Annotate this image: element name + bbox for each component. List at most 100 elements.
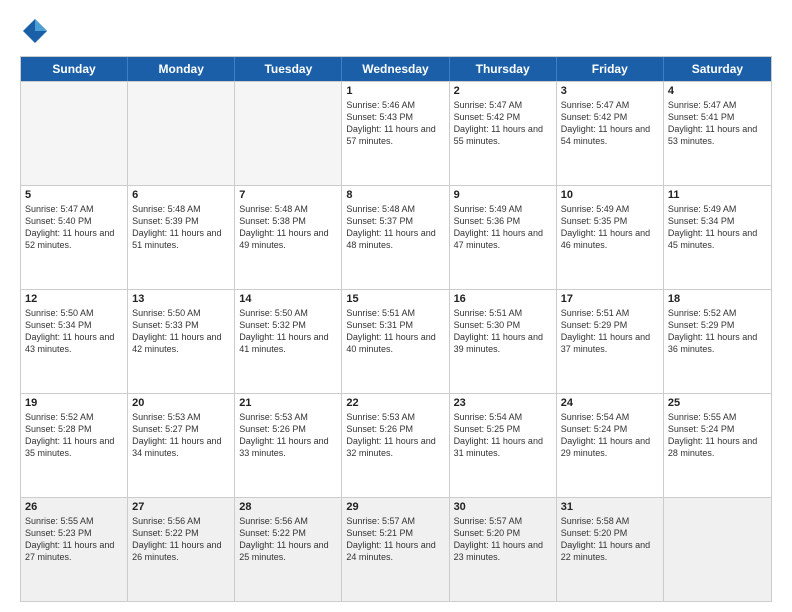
calendar-cell: 5 Sunrise: 5:47 AMSunset: 5:40 PMDaylight… bbox=[21, 186, 128, 289]
day-number: 6 bbox=[132, 189, 230, 201]
calendar-cell: 26Sunrise: 5:55 AMSunset: 5:23 PMDayligh… bbox=[21, 498, 128, 601]
weekday-header: Friday bbox=[557, 57, 664, 81]
cell-info: Sunrise: 5:47 AMSunset: 5:42 PMDaylight:… bbox=[561, 100, 650, 146]
calendar-cell: 8Sunrise: 5:48 AMSunset: 5:37 PMDaylight… bbox=[342, 186, 449, 289]
cell-info: Sunrise: 5:46 AMSunset: 5:43 PMDaylight:… bbox=[346, 100, 435, 146]
cell-info: Sunrise: 5:47 AMSunset: 5:40 PMDaylight:… bbox=[25, 204, 114, 250]
day-number: 24 bbox=[561, 397, 659, 409]
cell-info: Sunrise: 5:57 AMSunset: 5:21 PMDaylight:… bbox=[346, 516, 435, 562]
calendar-cell: 28 Sunrise: 5:56 AMSunset: 5:22 PMDayligh… bbox=[235, 498, 342, 601]
calendar-cell: 24 Sunrise: 5:54 AMSunset: 5:24 PMDayligh… bbox=[557, 394, 664, 497]
weekday-header: Saturday bbox=[664, 57, 771, 81]
calendar-cell: 7 Sunrise: 5:48 AMSunset: 5:38 PMDaylight… bbox=[235, 186, 342, 289]
day-number: 9 bbox=[454, 189, 552, 201]
day-number: 8 bbox=[346, 189, 444, 201]
cell-info: Sunrise: 5:56 AMSunset: 5:22 PMDaylight:… bbox=[132, 516, 221, 562]
day-number: 26 bbox=[25, 501, 123, 513]
day-number: 19 bbox=[25, 397, 123, 409]
logo-icon bbox=[20, 16, 50, 46]
weekday-header: Thursday bbox=[450, 57, 557, 81]
logo bbox=[20, 16, 54, 46]
calendar-cell: 29 Sunrise: 5:57 AMSunset: 5:21 PMDayligh… bbox=[342, 498, 449, 601]
weekday-header: Sunday bbox=[21, 57, 128, 81]
day-number: 25 bbox=[668, 397, 767, 409]
cell-info: Sunrise: 5:49 AMSunset: 5:35 PMDaylight:… bbox=[561, 204, 650, 250]
calendar-row: 12 Sunrise: 5:50 AMSunset: 5:34 PMDayligh… bbox=[21, 289, 771, 393]
calendar-cell bbox=[664, 498, 771, 601]
cell-info: Sunrise: 5:53 AMSunset: 5:27 PMDaylight:… bbox=[132, 412, 221, 458]
cell-info: Sunrise: 5:54 AMSunset: 5:25 PMDaylight:… bbox=[454, 412, 543, 458]
calendar-header: SundayMondayTuesdayWednesdayThursdayFrid… bbox=[21, 57, 771, 81]
calendar-cell: 22Sunrise: 5:53 AMSunset: 5:26 PMDayligh… bbox=[342, 394, 449, 497]
day-number: 12 bbox=[25, 293, 123, 305]
cell-info: Sunrise: 5:50 AMSunset: 5:32 PMDaylight:… bbox=[239, 308, 328, 354]
day-number: 11 bbox=[668, 189, 767, 201]
weekday-header: Monday bbox=[128, 57, 235, 81]
day-number: 31 bbox=[561, 501, 659, 513]
day-number: 28 bbox=[239, 501, 337, 513]
calendar-cell: 30 Sunrise: 5:57 AMSunset: 5:20 PMDayligh… bbox=[450, 498, 557, 601]
day-number: 1 bbox=[346, 85, 444, 97]
cell-info: Sunrise: 5:48 AMSunset: 5:38 PMDaylight:… bbox=[239, 204, 328, 250]
cell-info: Sunrise: 5:49 AMSunset: 5:34 PMDaylight:… bbox=[668, 204, 757, 250]
cell-info: Sunrise: 5:49 AMSunset: 5:36 PMDaylight:… bbox=[454, 204, 543, 250]
calendar-row: 19 Sunrise: 5:52 AMSunset: 5:28 PMDayligh… bbox=[21, 393, 771, 497]
cell-info: Sunrise: 5:55 AMSunset: 5:24 PMDaylight:… bbox=[668, 412, 757, 458]
day-number: 15 bbox=[346, 293, 444, 305]
calendar-cell bbox=[21, 82, 128, 185]
day-number: 18 bbox=[668, 293, 767, 305]
day-number: 29 bbox=[346, 501, 444, 513]
day-number: 14 bbox=[239, 293, 337, 305]
calendar-row: 5 Sunrise: 5:47 AMSunset: 5:40 PMDaylight… bbox=[21, 185, 771, 289]
day-number: 20 bbox=[132, 397, 230, 409]
calendar-cell: 1 Sunrise: 5:46 AMSunset: 5:43 PMDaylight… bbox=[342, 82, 449, 185]
calendar-cell: 10Sunrise: 5:49 AMSunset: 5:35 PMDayligh… bbox=[557, 186, 664, 289]
calendar-cell: 23 Sunrise: 5:54 AMSunset: 5:25 PMDayligh… bbox=[450, 394, 557, 497]
cell-info: Sunrise: 5:56 AMSunset: 5:22 PMDaylight:… bbox=[239, 516, 328, 562]
page: SundayMondayTuesdayWednesdayThursdayFrid… bbox=[0, 0, 792, 612]
day-number: 5 bbox=[25, 189, 123, 201]
cell-info: Sunrise: 5:50 AMSunset: 5:34 PMDaylight:… bbox=[25, 308, 114, 354]
day-number: 17 bbox=[561, 293, 659, 305]
calendar-body: 1 Sunrise: 5:46 AMSunset: 5:43 PMDaylight… bbox=[21, 81, 771, 601]
cell-info: Sunrise: 5:53 AMSunset: 5:26 PMDaylight:… bbox=[239, 412, 328, 458]
calendar-cell: 27 Sunrise: 5:56 AMSunset: 5:22 PMDayligh… bbox=[128, 498, 235, 601]
cell-info: Sunrise: 5:50 AMSunset: 5:33 PMDaylight:… bbox=[132, 308, 221, 354]
calendar-cell: 21Sunrise: 5:53 AMSunset: 5:26 PMDayligh… bbox=[235, 394, 342, 497]
day-number: 27 bbox=[132, 501, 230, 513]
calendar-cell: 18Sunrise: 5:52 AMSunset: 5:29 PMDayligh… bbox=[664, 290, 771, 393]
weekday-header: Wednesday bbox=[342, 57, 449, 81]
calendar-cell: 11 Sunrise: 5:49 AMSunset: 5:34 PMDayligh… bbox=[664, 186, 771, 289]
day-number: 22 bbox=[346, 397, 444, 409]
day-number: 3 bbox=[561, 85, 659, 97]
calendar-cell: 20 Sunrise: 5:53 AMSunset: 5:27 PMDayligh… bbox=[128, 394, 235, 497]
cell-info: Sunrise: 5:51 AMSunset: 5:29 PMDaylight:… bbox=[561, 308, 650, 354]
cell-info: Sunrise: 5:51 AMSunset: 5:31 PMDaylight:… bbox=[346, 308, 435, 354]
calendar-cell: 3 Sunrise: 5:47 AMSunset: 5:42 PMDaylight… bbox=[557, 82, 664, 185]
cell-info: Sunrise: 5:48 AMSunset: 5:39 PMDaylight:… bbox=[132, 204, 221, 250]
cell-info: Sunrise: 5:52 AMSunset: 5:28 PMDaylight:… bbox=[25, 412, 114, 458]
calendar-cell: 4 Sunrise: 5:47 AMSunset: 5:41 PMDaylight… bbox=[664, 82, 771, 185]
day-number: 23 bbox=[454, 397, 552, 409]
calendar-cell: 12 Sunrise: 5:50 AMSunset: 5:34 PMDayligh… bbox=[21, 290, 128, 393]
calendar-cell: 19 Sunrise: 5:52 AMSunset: 5:28 PMDayligh… bbox=[21, 394, 128, 497]
cell-info: Sunrise: 5:51 AMSunset: 5:30 PMDaylight:… bbox=[454, 308, 543, 354]
calendar-cell: 9 Sunrise: 5:49 AMSunset: 5:36 PMDaylight… bbox=[450, 186, 557, 289]
day-number: 13 bbox=[132, 293, 230, 305]
calendar-row: 26Sunrise: 5:55 AMSunset: 5:23 PMDayligh… bbox=[21, 497, 771, 601]
calendar-cell: 25 Sunrise: 5:55 AMSunset: 5:24 PMDayligh… bbox=[664, 394, 771, 497]
cell-info: Sunrise: 5:47 AMSunset: 5:41 PMDaylight:… bbox=[668, 100, 757, 146]
calendar-cell: 15 Sunrise: 5:51 AMSunset: 5:31 PMDayligh… bbox=[342, 290, 449, 393]
weekday-header: Tuesday bbox=[235, 57, 342, 81]
day-number: 30 bbox=[454, 501, 552, 513]
calendar-cell bbox=[235, 82, 342, 185]
calendar-cell: 2Sunrise: 5:47 AMSunset: 5:42 PMDaylight… bbox=[450, 82, 557, 185]
cell-info: Sunrise: 5:54 AMSunset: 5:24 PMDaylight:… bbox=[561, 412, 650, 458]
cell-info: Sunrise: 5:57 AMSunset: 5:20 PMDaylight:… bbox=[454, 516, 543, 562]
day-number: 7 bbox=[239, 189, 337, 201]
day-number: 16 bbox=[454, 293, 552, 305]
calendar-cell: 14 Sunrise: 5:50 AMSunset: 5:32 PMDayligh… bbox=[235, 290, 342, 393]
calendar-cell: 6 Sunrise: 5:48 AMSunset: 5:39 PMDaylight… bbox=[128, 186, 235, 289]
day-number: 2 bbox=[454, 85, 552, 97]
day-number: 4 bbox=[668, 85, 767, 97]
